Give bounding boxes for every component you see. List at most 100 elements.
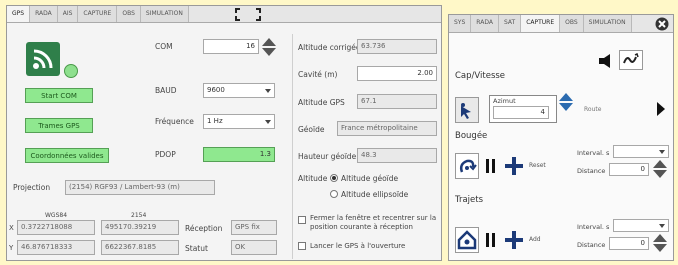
altitude-gps-label: Altitude GPS — [298, 98, 345, 107]
distance-input[interactable]: 0 — [609, 163, 649, 176]
y-lambert-field: 6622367.8185 — [101, 240, 179, 255]
lambert-header: 2154 — [131, 212, 147, 219]
cap-section-title: Cap/Vitesse — [455, 71, 506, 81]
trames-gps-button[interactable]: Trames GPS — [25, 118, 93, 133]
gps-tab-bar: GPS RADA AIS CAPTURE OBS SIMULATION — [7, 6, 441, 23]
y-prefix: Y — [9, 244, 14, 252]
fermer-checkbox[interactable] — [298, 216, 306, 224]
gps-signal-icon — [26, 42, 60, 76]
reset-button[interactable]: Reset — [529, 162, 546, 169]
hauteur-geoide-field: 48.3 — [357, 148, 437, 163]
com-stepper[interactable] — [262, 38, 276, 56]
com-label: COM — [155, 42, 173, 51]
x-lambert-field: 495170.39219 — [101, 220, 179, 235]
projection-label: Projection — [13, 183, 51, 192]
altitude-ellipsoide-option[interactable]: Altitude ellipsoïde — [341, 190, 408, 199]
altitude-mode-label: Altitude — [298, 174, 328, 183]
x-prefix: X — [9, 224, 14, 232]
frequence-value: 1 Hz — [207, 117, 223, 125]
coordonnees-valides-button[interactable]: Coordonnées valides — [25, 148, 109, 163]
speaker-icon[interactable] — [597, 53, 615, 69]
tab-obs[interactable]: OBS — [560, 15, 584, 32]
route-label: Route — [584, 106, 602, 113]
frequence-label: Fréquence — [155, 117, 194, 126]
tab-gps[interactable]: GPS — [7, 6, 31, 22]
wgs84-header: WGS84 — [45, 212, 68, 219]
tab-sat[interactable]: SAT — [498, 15, 522, 32]
reception-field: GPS fix — [231, 220, 277, 235]
tab-rada[interactable]: RADA — [30, 6, 58, 22]
interval2-label: Interval. s — [577, 223, 610, 231]
lancer-label: Lancer le GPS à l'ouverture — [310, 242, 406, 250]
distance2-input[interactable]: 0 — [609, 237, 649, 250]
interval-label: Interval. s — [577, 149, 610, 157]
gps-window: GPS RADA AIS CAPTURE OBS SIMULATION Star… — [6, 5, 442, 261]
cavite-input[interactable]: 2.00 — [357, 66, 437, 81]
bougee-section-title: Bougée — [455, 131, 488, 141]
status-led — [64, 64, 78, 78]
tab-sys[interactable]: SYS — [449, 15, 472, 32]
distance-stepper[interactable] — [653, 160, 667, 178]
plus-icon[interactable] — [503, 155, 525, 177]
cavite-label: Cavité (m) — [298, 70, 338, 79]
hauteur-geoide-label: Hauteur géoïde — [298, 152, 357, 161]
fullscreen-icon[interactable] — [235, 8, 261, 21]
navigation-window: SYS RADA SAT CAPTURE OBS SIMULATION Cap/… — [448, 14, 674, 261]
altitude-corrigee-field: 63.736 — [357, 39, 437, 54]
altitude-geoide-radio[interactable] — [330, 174, 338, 182]
baud-label: BAUD — [155, 86, 177, 95]
interval2-select[interactable] — [613, 219, 669, 232]
geoide-label: Géoïde — [298, 125, 325, 134]
tab-simulation[interactable]: SIMULATION — [583, 15, 632, 32]
trajets-section-title: Trajets — [455, 195, 483, 205]
bougee-route-button[interactable] — [455, 153, 479, 179]
play-icon[interactable] — [656, 101, 666, 117]
azimut-stepper[interactable] — [559, 93, 573, 111]
distance2-label: Distance — [577, 241, 606, 249]
baud-value: 9600 — [207, 86, 225, 94]
trajets-home-button[interactable] — [455, 227, 479, 253]
azimut-label: Azimut — [493, 97, 516, 105]
geoide-field: France métropolitaine — [337, 121, 437, 136]
distance2-stepper[interactable] — [653, 234, 667, 252]
chevron-down-icon — [265, 89, 271, 93]
pdop-value: 1.3 — [203, 147, 275, 162]
azimut-group: Azimut 4 — [489, 95, 557, 123]
altitude-ellipsoide-radio[interactable] — [330, 190, 338, 198]
trajets-plus-icon[interactable] — [503, 229, 525, 251]
chevron-down-icon — [265, 120, 271, 124]
azimut-input[interactable]: 4 — [493, 106, 549, 119]
pause-icon[interactable] — [486, 159, 496, 173]
distance-label: Distance — [577, 167, 606, 175]
tab-rada[interactable]: RADA — [471, 15, 499, 32]
reception-label: Réception — [185, 224, 223, 233]
statut-field: OK — [231, 240, 277, 255]
column-divider — [292, 34, 293, 259]
frequence-select[interactable]: 1 Hz — [203, 114, 275, 129]
pdop-label: PDOP — [155, 150, 176, 159]
lancer-checkbox[interactable] — [298, 242, 306, 250]
interval-select[interactable] — [613, 145, 669, 158]
sound-wave-icon[interactable] — [619, 50, 643, 70]
baud-select[interactable]: 9600 — [203, 83, 275, 98]
x-wgs84-field: 0.3722718088 — [17, 220, 95, 235]
projection-field: (2154) RGF93 / Lambert-93 (m) — [65, 180, 215, 195]
trajets-pause-icon[interactable] — [486, 233, 496, 247]
com-input[interactable]: 16 — [203, 39, 259, 54]
tab-capture[interactable]: CAPTURE — [521, 15, 561, 32]
y-wgs84-field: 46.876718333 — [17, 240, 95, 255]
altitude-geoide-option[interactable]: Altitude géoïde — [341, 174, 398, 183]
chevron-down-icon — [659, 150, 665, 154]
home-icon — [457, 230, 477, 250]
add-button[interactable]: Add — [529, 236, 541, 243]
tab-obs[interactable]: OBS — [117, 6, 141, 22]
altitude-gps-field: 67.1 — [357, 94, 437, 109]
start-com-button[interactable]: Start COM — [25, 88, 93, 103]
tab-ais[interactable]: AIS — [57, 6, 79, 22]
tab-capture[interactable]: CAPTURE — [78, 6, 118, 22]
close-icon[interactable] — [654, 17, 670, 31]
waypoint-button[interactable] — [455, 97, 479, 123]
statut-label: Statut — [185, 244, 208, 253]
tab-simulation[interactable]: SIMULATION — [140, 6, 189, 22]
chevron-down-icon — [659, 224, 665, 228]
